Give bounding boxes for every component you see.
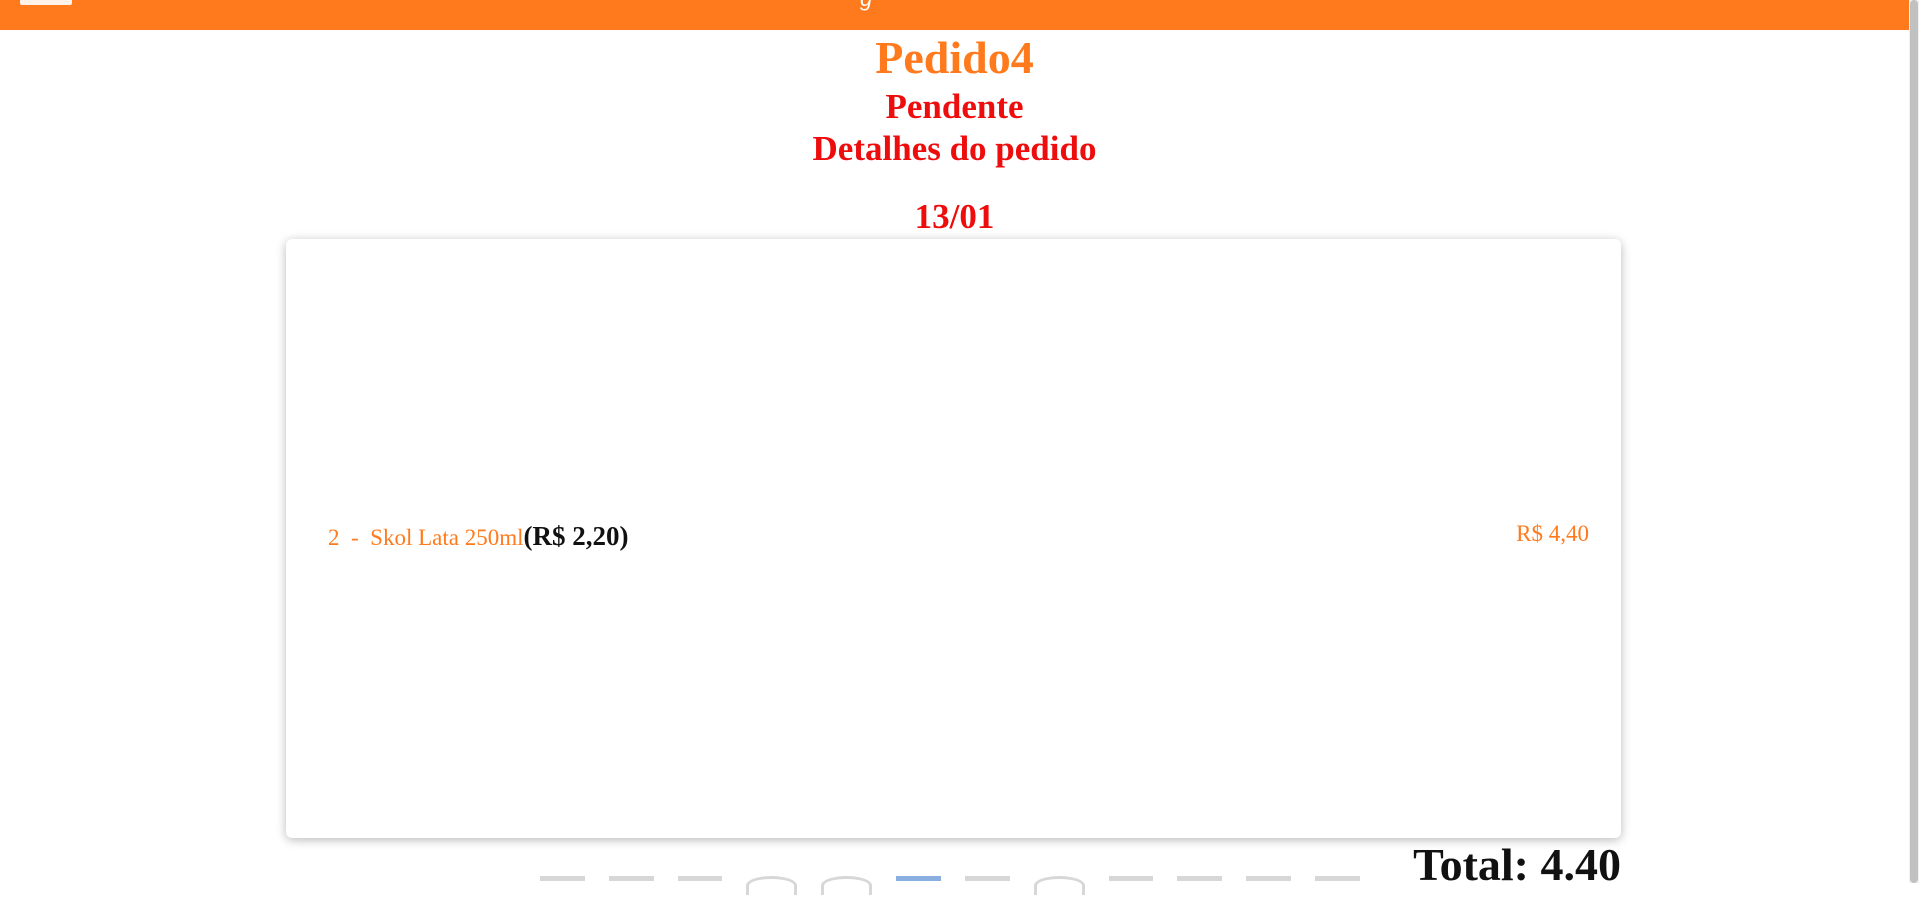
item-quantity-name: 2 - Skol Lata 250ml(R$ 2,20) [328, 521, 628, 552]
menu-icon[interactable] [20, 0, 72, 5]
app-icon[interactable] [964, 876, 1010, 897]
order-item-row[interactable]: 2 - Skol Lata 250ml(R$ 2,20) R$ 4,40 [328, 517, 1589, 551]
app-icon[interactable] [540, 876, 585, 897]
footer-toolbar [540, 876, 1360, 896]
order-details-heading: Detalhes do pedido [812, 129, 1097, 168]
item-unit-price: (R$ 2,20) [523, 521, 629, 551]
order-items-card: 2 - Skol Lata 250ml(R$ 2,20) R$ 4,40 [286, 239, 1621, 838]
order-date: 13/01 [914, 197, 995, 236]
item-name: 2 - Skol Lata 250ml [328, 525, 524, 550]
order-status: Pendente [885, 87, 1024, 126]
app-icon[interactable] [608, 876, 654, 897]
navbar-title: g [860, 0, 872, 12]
app-icon[interactable] [1246, 876, 1292, 897]
order-total: Total: 4.40 [1413, 839, 1621, 890]
top-navbar: g [0, 0, 1909, 30]
app-icon[interactable] [1033, 876, 1085, 895]
order-header: Pedido4 Pendente Detalhes do pedido 13/0… [0, 30, 1909, 238]
scrollbar-thumb[interactable] [1910, 0, 1918, 883]
app-icon[interactable] [677, 876, 723, 897]
vertical-scrollbar[interactable] [1909, 0, 1919, 883]
app-icon[interactable] [1108, 876, 1154, 897]
order-title: Pedido4 [875, 32, 1034, 83]
app-icon[interactable] [746, 876, 798, 895]
app-icon[interactable] [1177, 876, 1223, 897]
app-icon[interactable] [1315, 876, 1360, 897]
app-icon[interactable] [821, 876, 873, 895]
app-icon[interactable] [896, 876, 941, 897]
item-line-total: R$ 4,40 [1516, 521, 1589, 546]
